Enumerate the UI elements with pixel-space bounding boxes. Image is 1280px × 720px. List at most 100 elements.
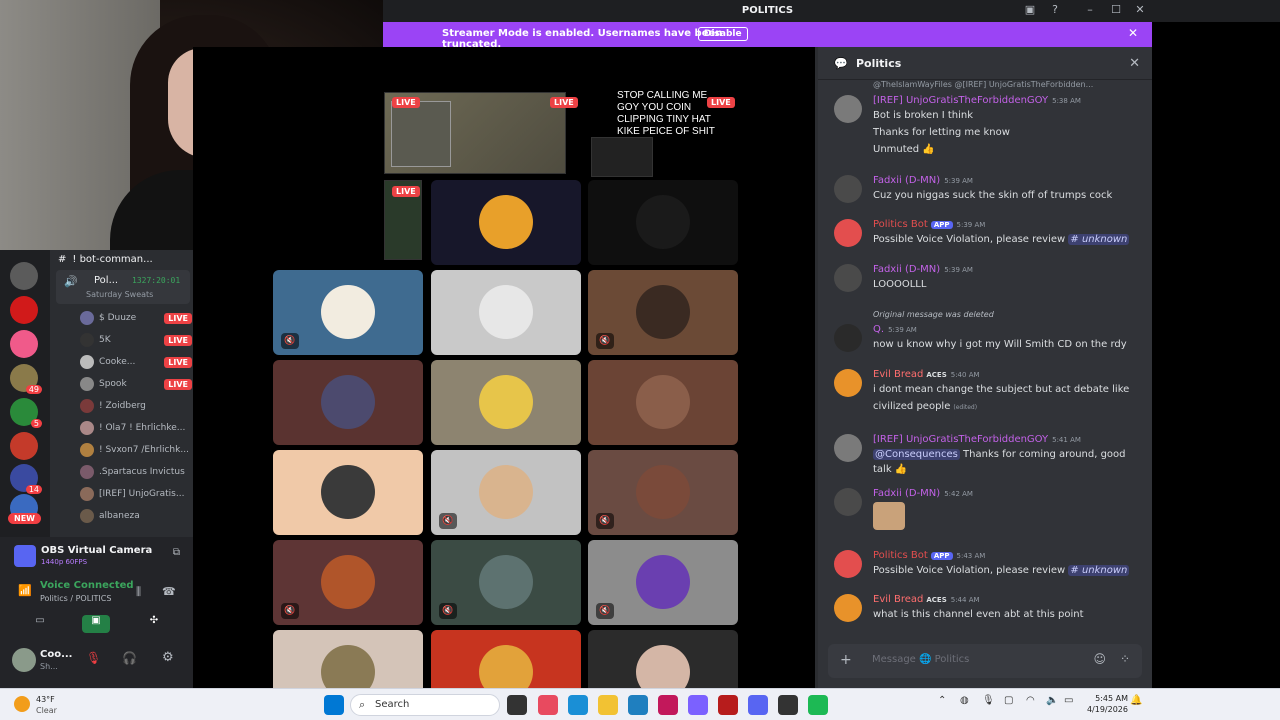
avatar[interactable] (834, 324, 862, 352)
author-name[interactable]: Evil Bread (873, 594, 923, 605)
obs-icon[interactable] (778, 695, 798, 715)
mic-muted-icon[interactable]: 🎙 (86, 651, 101, 665)
popout-icon[interactable]: ⧉ (173, 547, 180, 558)
server-icon[interactable] (10, 330, 38, 358)
author-name[interactable]: Fadxii (D-MN) (873, 264, 940, 275)
voice-member[interactable]: albaneza (80, 507, 192, 525)
voice-member[interactable]: 5K LIVE (80, 331, 192, 349)
voice-member[interactable]: [IREF] UnjoGratis... (80, 485, 192, 503)
participant-tile[interactable] (273, 360, 423, 445)
reply-preview[interactable]: @TheIslamWayFiles @[IREF] UnjoGratisTheF… (873, 80, 1093, 89)
server-icon[interactable] (10, 296, 38, 324)
emoji-icon[interactable]: ☺ (1093, 652, 1106, 666)
chevron-up-icon[interactable]: ⌃ (938, 695, 946, 706)
participant-tile[interactable]: 🔇 (273, 270, 423, 355)
image-attachment[interactable] (873, 502, 905, 530)
server-icon[interactable]: 49 (10, 364, 42, 394)
mic-icon[interactable]: 🎙 (982, 695, 995, 706)
voice-channel-item[interactable]: 🔊 Pol... 1327:20:01 Saturday Sweats (56, 270, 190, 304)
disable-button[interactable]: Disable (698, 27, 748, 41)
file-explorer-icon[interactable] (598, 695, 618, 715)
avatar[interactable] (834, 550, 862, 578)
participant-tile[interactable]: 🔇 (431, 450, 581, 535)
voice-member[interactable]: $ Duuze LIVE (80, 309, 192, 327)
message-composer[interactable]: + Message 🌐 Politics ☺ ⁘ (828, 644, 1142, 678)
close-icon[interactable]: ✕ (1129, 56, 1140, 71)
store-icon[interactable] (628, 695, 648, 715)
minimize-icon[interactable]: – (1080, 3, 1100, 19)
search-input[interactable]: Search (375, 699, 409, 710)
voice-member[interactable]: .Spartacus Invictus (80, 463, 192, 481)
avatar[interactable] (12, 648, 36, 672)
activities-icon[interactable]: ✣ (140, 615, 168, 633)
avatar[interactable] (834, 95, 862, 123)
voice-connected-label[interactable]: Voice Connected (40, 580, 134, 591)
spotify-icon[interactable] (808, 695, 828, 715)
server-icon[interactable] (10, 432, 38, 460)
headphones-icon[interactable]: 🎧 (122, 651, 137, 665)
server-icon[interactable]: 5 (10, 398, 42, 428)
participant-tile[interactable]: 🔇 (588, 450, 738, 535)
participant-tile[interactable]: 🔇 (273, 540, 423, 625)
participant-tile[interactable] (588, 360, 738, 445)
app-tray-icon[interactable]: ◍ (960, 695, 969, 706)
participant-tile[interactable] (588, 180, 738, 265)
video-off-icon[interactable]: ▭ (26, 615, 54, 633)
clock[interactable]: 5:45 AM 4/19/2026 (1078, 693, 1128, 715)
user-mention[interactable]: @Consequences (873, 449, 960, 460)
apps-icon[interactable]: ⁘ (1120, 652, 1130, 666)
avatar[interactable] (834, 434, 862, 462)
participant-tile[interactable]: 🔇 (588, 540, 738, 625)
avatar[interactable] (834, 488, 862, 516)
task-view-icon[interactable] (507, 695, 527, 715)
avatar[interactable] (834, 369, 862, 397)
noise-suppression-icon[interactable]: ⫼ (136, 585, 141, 599)
voice-member[interactable]: ! Ola7 ! Ehrlichke... (80, 419, 192, 437)
notification-icon[interactable]: 🔔 (1130, 695, 1142, 706)
help-icon[interactable]: ? (1045, 3, 1065, 19)
wifi-icon[interactable]: ◠ (1026, 695, 1035, 706)
avatar[interactable] (834, 219, 862, 247)
server-icon[interactable] (10, 262, 38, 290)
author-name[interactable]: [IREF] UnjoGratisTheForbiddenGOY (873, 95, 1048, 106)
participant-tile[interactable] (431, 360, 581, 445)
obs-camera-card[interactable]: OBS Virtual Camera 1440p 60FPS ⧉ (8, 542, 186, 568)
channel-link[interactable]: # unknown (1068, 234, 1130, 245)
author-name[interactable]: Fadxii (D-MN) (873, 175, 940, 186)
participant-tile[interactable] (273, 450, 423, 535)
acrobat-icon[interactable] (718, 695, 738, 715)
discord-icon[interactable] (748, 695, 768, 715)
channel-link[interactable]: # unknown (1068, 565, 1130, 576)
maximize-icon[interactable]: ☐ (1106, 3, 1126, 19)
participant-tile[interactable] (431, 270, 581, 355)
voice-member[interactable]: ! Zoidberg (80, 397, 192, 415)
participant-tile[interactable]: 🔇 (431, 540, 581, 625)
disconnect-icon[interactable]: ☎ (162, 585, 176, 598)
inbox-icon[interactable]: ▣ (1020, 3, 1040, 19)
edge-icon[interactable] (568, 695, 588, 715)
copilot-icon[interactable] (538, 695, 558, 715)
search-box[interactable]: ⌕ Search (350, 694, 500, 716)
participant-tile[interactable] (431, 180, 581, 265)
author-name[interactable]: Fadxii (D-MN) (873, 488, 940, 499)
app-icon[interactable] (658, 695, 678, 715)
new-unreads-pill[interactable]: NEW (8, 513, 41, 524)
avatar[interactable] (834, 175, 862, 203)
server-icon[interactable]: 14 (10, 464, 42, 494)
voice-member[interactable]: Spook LIVE (80, 375, 192, 393)
author-name[interactable]: Politics Bot (873, 219, 928, 230)
close-icon[interactable]: ✕ (1130, 3, 1150, 19)
gear-icon[interactable]: ⚙ (162, 650, 174, 665)
app-icon[interactable] (688, 695, 708, 715)
participant-tile[interactable]: 🔇 (588, 270, 738, 355)
text-channel-item[interactable]: # ! bot-comman... (50, 250, 193, 268)
plus-icon[interactable]: + (840, 652, 852, 668)
author-name[interactable]: Evil Bread (873, 369, 923, 380)
author-name[interactable]: [IREF] UnjoGratisTheForbiddenGOY (873, 434, 1048, 445)
close-icon[interactable]: ✕ (1128, 26, 1138, 40)
screenshare-thumbnail[interactable] (591, 137, 653, 177)
screen-share-icon[interactable]: ▣ (82, 615, 110, 633)
start-icon[interactable] (324, 695, 344, 715)
voice-member[interactable]: ! Svxon7 /Ehrlichk... (80, 441, 192, 459)
avatar[interactable] (834, 594, 862, 622)
